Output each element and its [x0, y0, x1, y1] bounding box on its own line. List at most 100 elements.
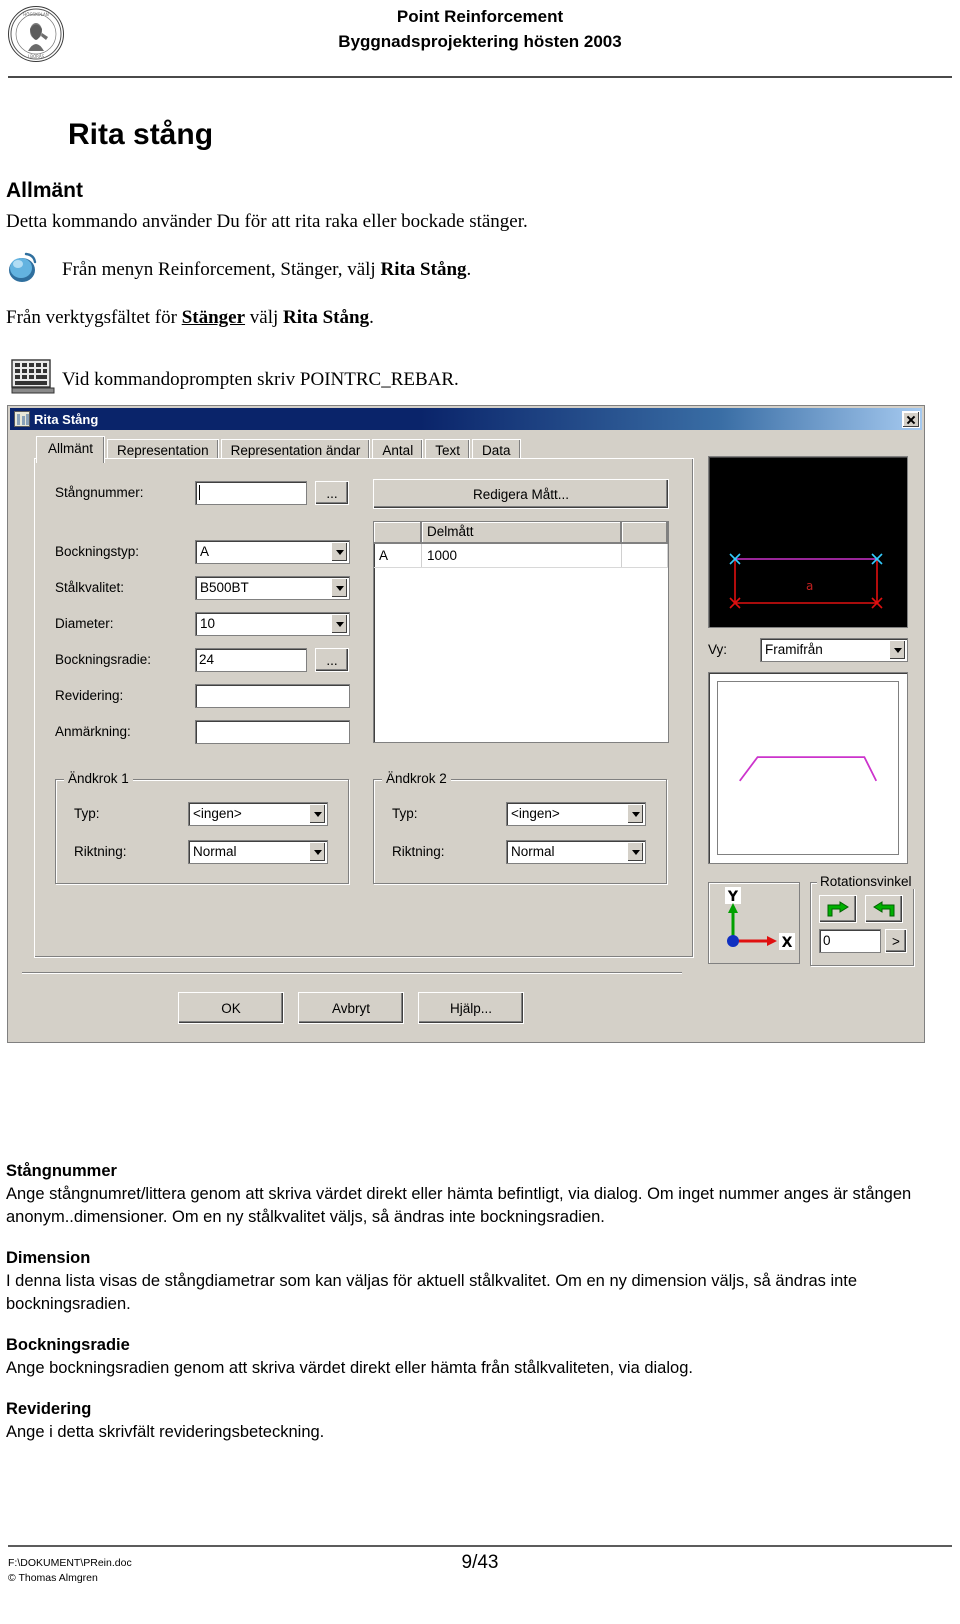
dialog-titlebar: Rita Stång — [10, 408, 922, 430]
stalkvalitet-combo[interactable]: B500BT — [195, 576, 350, 600]
toolbar-instruction-pre: Från verktygsfältet för — [6, 307, 182, 328]
tab-allmant[interactable]: Allmänt — [36, 436, 106, 463]
chevron-down-icon[interactable] — [309, 804, 326, 824]
menu-instruction-post: . — [466, 259, 472, 280]
toolbar-instruction-underline: Stänger — [181, 307, 246, 328]
dialog-title: Rita Stång — [34, 411, 99, 427]
grid-cell-extra — [622, 544, 668, 567]
rotate-clockwise-icon[interactable] — [819, 895, 857, 923]
bockningsradie-input[interactable]: 24 — [195, 648, 307, 672]
rotation-angle-input[interactable]: 0 — [819, 929, 881, 953]
andkrok2-typ-value: <ingen> — [511, 806, 560, 821]
delmatt-grid-header: Delmått — [374, 522, 668, 544]
note-body-stangnummer: Ange stångnumret/littera genom att skriv… — [6, 1185, 912, 1226]
close-icon[interactable] — [902, 410, 920, 428]
toolbar-instruction-bold: Rita Stång — [283, 307, 370, 328]
bockningstyp-combo[interactable]: A — [195, 540, 350, 564]
redigera-matt-button[interactable]: Redigera Mått... — [373, 479, 669, 509]
ok-button[interactable]: OK — [178, 992, 284, 1024]
toolbar-instruction-post: . — [369, 307, 374, 328]
andkrok-2-group: Ändkrok 2 Typ: <ingen> Riktning: Normal — [373, 771, 667, 884]
label-diameter: Diameter: — [55, 616, 114, 631]
chevron-down-icon[interactable] — [627, 804, 644, 824]
bockningstyp-value: A — [200, 544, 210, 559]
note-head-revidering: Revidering — [6, 1400, 92, 1418]
svg-text:I BORÅS: I BORÅS — [28, 54, 45, 59]
note-body-revidering: Ange i detta skrivfält revideringsbeteck… — [6, 1423, 325, 1441]
prompt-instruction-text: Vid kommandoprompten skriv POINTRC_REBAR… — [62, 369, 459, 390]
grid-col-1: Delmått — [422, 522, 622, 543]
label-anmarkning: Anmärkning: — [55, 724, 131, 739]
rita-stang-dialog: Rita Stång Allmänt Representation Repres… — [6, 404, 926, 1044]
header-titles: Point Reinforcement Byggnadsprojektering… — [0, 4, 960, 54]
menu-instruction-text: Från menyn Reinforcement, Stänger, välj … — [62, 255, 960, 285]
rotate-counterclockwise-icon[interactable] — [865, 895, 903, 923]
toolbar-instruction-mid: välj — [245, 307, 284, 328]
chevron-down-icon[interactable] — [331, 614, 348, 634]
label-andkrok1-typ: Typ: — [74, 806, 100, 821]
menu-instruction-pre: Från menyn Reinforcement, Stänger, välj — [62, 259, 381, 280]
chevron-down-icon[interactable] — [309, 842, 326, 862]
andkrok2-riktning-combo[interactable]: Normal — [506, 840, 646, 864]
toolbar-instruction-text: Från verktygsfältet för Stänger välj Rit… — [6, 305, 960, 331]
andkrok1-typ-value: <ingen> — [193, 806, 242, 821]
note-head-dimension: Dimension — [6, 1249, 91, 1267]
header-line-1: Point Reinforcement — [396, 7, 564, 26]
diameter-combo[interactable]: 10 — [195, 612, 350, 636]
chevron-down-icon[interactable] — [627, 842, 644, 862]
andkrok1-riktning-value: Normal — [193, 844, 237, 859]
application-icon — [14, 411, 30, 427]
footer-page-number: 9/43 — [461, 1552, 499, 1573]
label-bockningstyp: Bockningstyp: — [55, 544, 140, 559]
rotationsvinkel-caption: Rotationsvinkel — [817, 874, 915, 889]
note-body-dimension: I denna lista visas de stångdiametrar so… — [6, 1272, 858, 1313]
rotation-more-button[interactable]: > — [885, 929, 907, 953]
table-row[interactable]: A 1000 — [374, 544, 668, 568]
dialog-separator — [22, 972, 682, 974]
delmatt-grid[interactable]: Delmått A 1000 — [373, 521, 669, 743]
andkrok1-riktning-combo[interactable]: Normal — [188, 840, 328, 864]
intro-paragraph: Detta kommando använder Du för att rita … — [6, 211, 528, 232]
anmarkning-input[interactable] — [195, 720, 350, 744]
andkrok2-riktning-value: Normal — [511, 844, 555, 859]
note-head-stangnummer: Stångnummer — [6, 1162, 117, 1180]
label-vy: Vy: — [708, 642, 728, 657]
note-bockningsradie: Bockningsradie Ange bockningsradien geno… — [0, 1334, 960, 1380]
grid-col-2 — [622, 522, 668, 543]
label-stangnummer: Stångnummer: — [55, 485, 144, 500]
preview-2d-white — [708, 672, 908, 864]
grid-col-0 — [374, 522, 422, 543]
stalkvalitet-value: B500BT — [200, 580, 249, 595]
vy-combo[interactable]: Framifrån — [760, 638, 908, 662]
label-revidering: Revidering: — [55, 688, 124, 703]
tab-page-allmant: Stångnummer: ... Bockningstyp: A Stålkva… — [34, 458, 694, 958]
page-header: HÖGSKOLAN I BORÅS Point Reinforcement By… — [0, 0, 960, 78]
svg-text:a: a — [806, 579, 813, 593]
chevron-down-icon[interactable] — [889, 640, 906, 660]
chevron-down-icon[interactable] — [331, 542, 348, 562]
vy-value: Framifrån — [765, 642, 823, 657]
grid-cell-letter: A — [374, 544, 422, 567]
cancel-button[interactable]: Avbryt — [298, 992, 404, 1024]
andkrok1-typ-combo[interactable]: <ingen> — [188, 802, 328, 826]
chevron-down-icon[interactable] — [331, 578, 348, 598]
keyboard-icon — [10, 357, 56, 395]
note-stangnummer: Stångnummer Ange stångnumret/littera gen… — [0, 1160, 960, 1229]
note-dimension: Dimension I denna lista visas de stångdi… — [0, 1247, 960, 1316]
label-andkrok1-riktning: Riktning: — [74, 844, 127, 859]
andkrok2-typ-combo[interactable]: <ingen> — [506, 802, 646, 826]
stangnummer-browse-button[interactable]: ... — [315, 481, 349, 505]
note-revidering: Revidering Ange i detta skrivfält revide… — [0, 1398, 960, 1444]
bockningsradie-browse-button[interactable]: ... — [315, 648, 349, 672]
footer-divider — [8, 1545, 952, 1547]
prompt-instruction-row: Vid kommandoprompten skriv POINTRC_REBAR… — [0, 359, 960, 399]
andkrok-1-caption: Ändkrok 1 — [64, 771, 133, 786]
label-andkrok2-riktning: Riktning: — [392, 844, 445, 859]
help-button[interactable]: Hjälp... — [418, 992, 524, 1024]
revidering-input[interactable] — [195, 684, 350, 708]
svg-text:Y: Y — [727, 889, 739, 905]
preview-3d-black: a — [708, 456, 908, 628]
stangnummer-input[interactable] — [195, 481, 307, 505]
andkrok-1-group: Ändkrok 1 Typ: <ingen> Riktning: Normal — [55, 771, 349, 884]
menu-instruction-bold: Rita Stång — [380, 259, 467, 280]
